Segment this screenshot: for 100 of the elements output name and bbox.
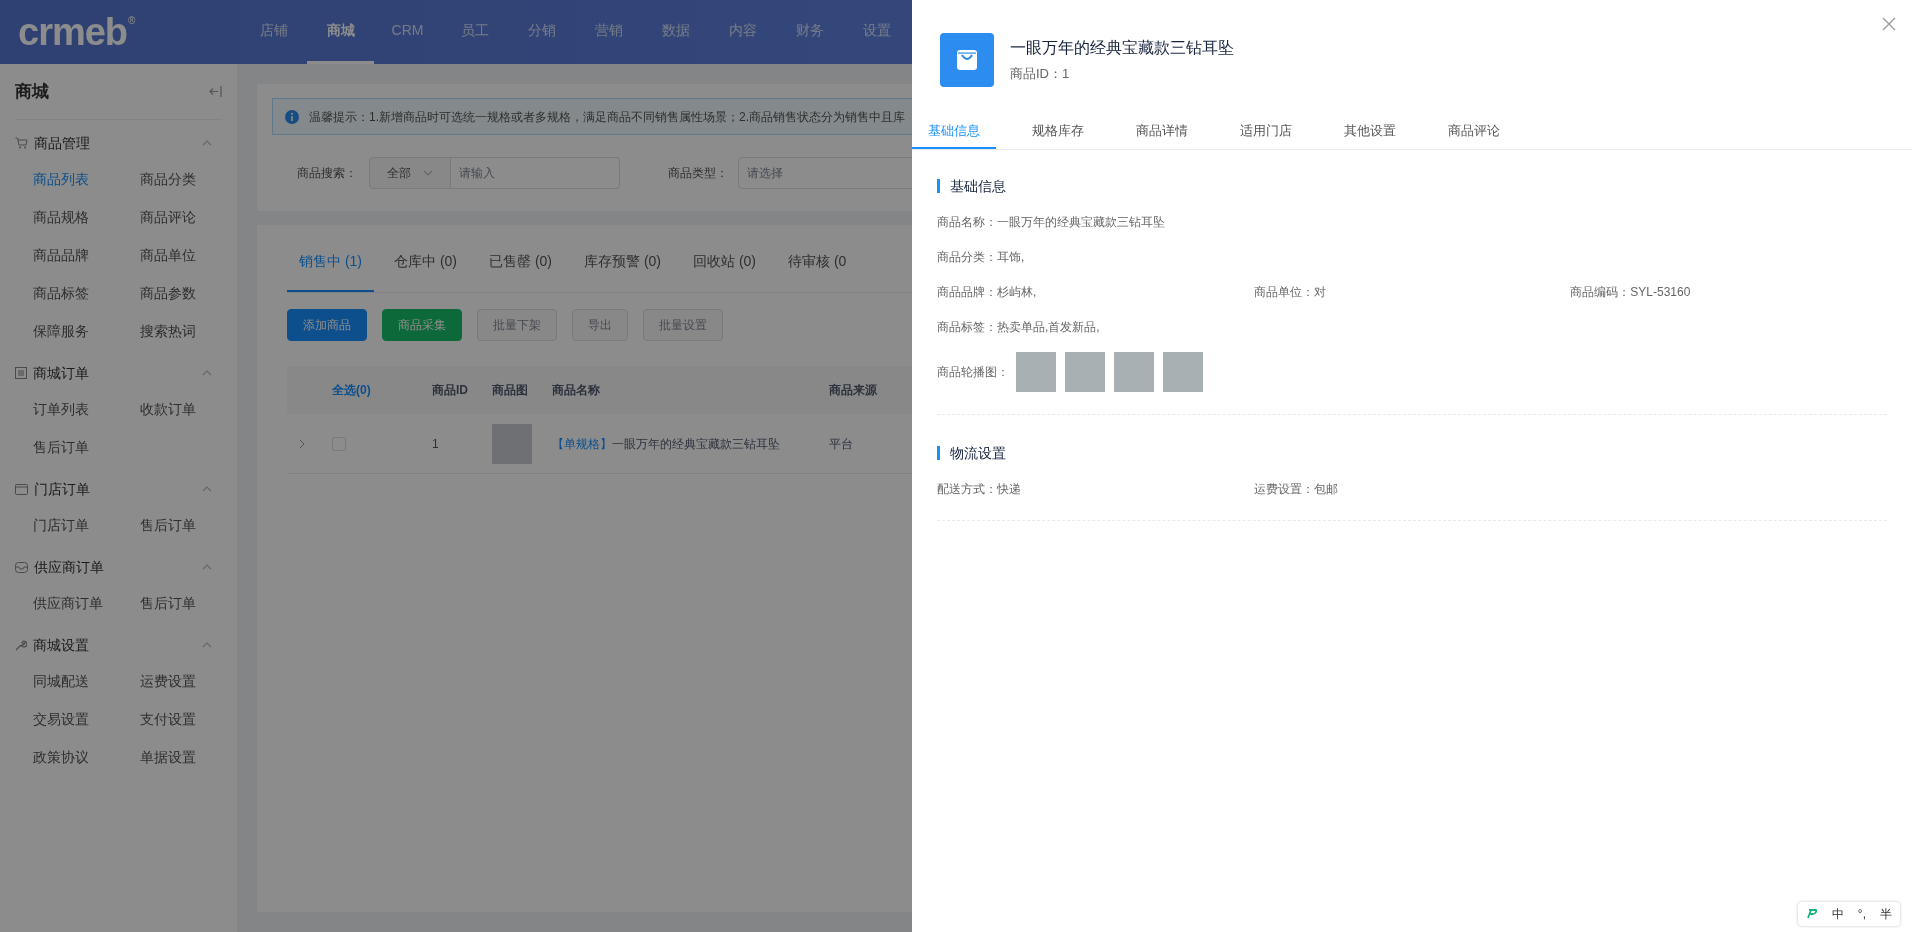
photo-placeholder xyxy=(492,423,532,464)
detail-tab[interactable]: 商品评论 xyxy=(1432,115,1516,149)
input-method-toggle[interactable]: °, xyxy=(1857,905,1866,923)
nav-tab[interactable]: 员工 xyxy=(441,0,508,64)
action-button[interactable]: 导出 xyxy=(572,309,628,341)
detail-field: 商品编码：SYL-53160 xyxy=(1570,282,1887,301)
search-category-select[interactable]: 全部 xyxy=(369,157,451,189)
status-tab[interactable]: 待审核 (0 xyxy=(776,232,859,292)
sidebar-item[interactable]: 供应商订单 xyxy=(33,584,140,622)
detail-tab[interactable]: 基础信息 xyxy=(912,115,996,149)
action-button[interactable]: 批量下架 xyxy=(477,309,557,341)
nav-tab[interactable]: 财务 xyxy=(776,0,843,64)
sidebar-item[interactable]: 交易设置 xyxy=(33,700,140,738)
detail-tab[interactable]: 适用门店 xyxy=(1224,115,1308,149)
sidebar-group-title[interactable]: 供应商订单 xyxy=(34,556,202,578)
sidebar-group-title[interactable]: 门店订单 xyxy=(34,478,202,500)
section-title: 基础信息 xyxy=(950,176,1006,196)
nav-tab[interactable]: CRM xyxy=(374,0,441,64)
photo-placeholder xyxy=(1065,352,1105,392)
sidebar-item[interactable]: 商品单位 xyxy=(140,236,222,274)
list-icon xyxy=(15,367,27,379)
input-method-toggle[interactable]: 半 xyxy=(1880,905,1892,923)
sidebar-item[interactable]: 售后订单 xyxy=(33,428,140,466)
detail-field-label: 商品轮播图： xyxy=(937,364,1009,381)
status-tab[interactable]: 已售罄 (0) xyxy=(477,232,564,292)
cart-icon xyxy=(15,137,28,149)
sidebar-item[interactable]: 同城配送 xyxy=(33,662,140,700)
filter-label: 商品搜索： xyxy=(297,165,358,182)
sidebar-item[interactable]: 商品规格 xyxy=(33,198,140,236)
info-icon xyxy=(285,109,299,124)
status-tab[interactable]: 销售中 (1) xyxy=(287,232,374,292)
column-header: 商品图 xyxy=(492,382,529,399)
sidebar-group-title[interactable]: 商品管理 xyxy=(34,132,202,154)
section-title: 物流设置 xyxy=(950,443,1006,463)
sidebar-item[interactable]: 订单列表 xyxy=(33,390,140,428)
sidebar-group-title[interactable]: 商城设置 xyxy=(33,634,202,656)
chevron-up-icon[interactable] xyxy=(202,642,212,648)
detail-tab[interactable]: 其他设置 xyxy=(1328,115,1412,149)
section-accent-bar xyxy=(937,179,940,193)
collapse-icon[interactable] xyxy=(209,86,222,97)
chevron-up-icon[interactable] xyxy=(202,486,212,492)
sidebar-item[interactable]: 保障服务 xyxy=(33,312,140,350)
column-header: 商品名称 xyxy=(552,382,601,399)
action-button[interactable]: 商品采集 xyxy=(382,309,462,341)
sidebar-item[interactable]: 售后订单 xyxy=(140,584,222,622)
sidebar-item[interactable]: 商品参数 xyxy=(140,274,222,312)
photo-placeholder xyxy=(1163,352,1203,392)
sidebar-item[interactable]: 商品列表 xyxy=(33,160,140,198)
input-method-toggle[interactable]: 中 xyxy=(1831,905,1844,923)
detail-tab[interactable]: 商品详情 xyxy=(1120,115,1204,149)
action-button[interactable]: 添加商品 xyxy=(287,309,367,341)
select-all-dropdown[interactable]: 全选(0) xyxy=(332,381,432,399)
search-field[interactable]: 请输入 xyxy=(451,157,620,189)
column-header: 商品来源 xyxy=(829,382,878,399)
detail-field: 配送方式：快递 xyxy=(937,479,1254,498)
chevron-up-icon[interactable] xyxy=(202,370,212,376)
detail-field: 商品分类：耳饰, xyxy=(937,247,1254,266)
sidebar-item[interactable]: 商品品牌 xyxy=(33,236,140,274)
shopping-bag-icon xyxy=(940,33,994,87)
detail-field: 商品名称：一眼万年的经典宝藏款三钻耳坠 xyxy=(937,212,1254,231)
sidebar-item[interactable]: 收款订单 xyxy=(140,390,222,428)
table-cell-text: 平台 xyxy=(829,435,854,453)
wrench-icon xyxy=(15,639,27,651)
photo-placeholder xyxy=(1114,352,1154,392)
table-cell-text: 1 xyxy=(432,435,440,453)
registered-mark: ® xyxy=(128,14,136,28)
nav-tab[interactable]: 商城 xyxy=(307,0,374,64)
sidebar-item[interactable]: 运费设置 xyxy=(140,662,222,700)
chevron-down-icon[interactable] xyxy=(423,170,433,176)
chevron-up-icon[interactable] xyxy=(202,140,212,146)
status-tab[interactable]: 仓库中 (0) xyxy=(382,232,469,292)
sidebar-group-title[interactable]: 商城订单 xyxy=(33,362,202,384)
sidebar-item[interactable]: 商品分类 xyxy=(140,160,222,198)
nav-tab[interactable]: 设置 xyxy=(843,0,910,64)
detail-field: 运费设置：包邮 xyxy=(1253,479,1571,498)
sidebar-item[interactable]: 商品标签 xyxy=(33,274,140,312)
nav-tab[interactable]: 店铺 xyxy=(240,0,307,64)
type-select[interactable]: 请选择 xyxy=(738,157,912,189)
sidebar-item[interactable]: 支付设置 xyxy=(140,700,222,738)
nav-tab[interactable]: 数据 xyxy=(642,0,709,64)
column-header: 商品ID xyxy=(432,382,469,399)
sidebar-title: 商城 xyxy=(15,80,49,103)
close-icon[interactable] xyxy=(1882,17,1896,31)
filter-label: 商品类型： xyxy=(668,165,729,182)
detail-field: 商品单位：对 xyxy=(1253,282,1571,301)
nav-tab[interactable]: 分销 xyxy=(508,0,575,64)
sidebar-item[interactable]: 搜索热词 xyxy=(140,312,222,350)
chevron-up-icon[interactable] xyxy=(202,564,212,570)
detail-tab[interactable]: 规格库存 xyxy=(1016,115,1100,149)
sidebar-item[interactable]: 售后订单 xyxy=(140,506,222,544)
input-method-logo-icon[interactable] xyxy=(1805,909,1818,919)
sidebar-item[interactable]: 政策协议 xyxy=(33,738,140,776)
sidebar-item[interactable]: 商品评论 xyxy=(140,198,222,236)
inbox-icon xyxy=(15,561,28,573)
sidebar-item[interactable]: 单据设置 xyxy=(140,738,222,776)
sidebar-item[interactable]: 门店订单 xyxy=(33,506,140,544)
logo: crmeb xyxy=(18,13,128,51)
status-tab[interactable]: 回收站 (0) xyxy=(681,232,768,292)
status-tab[interactable]: 库存预警 (0) xyxy=(572,232,673,292)
section-accent-bar xyxy=(937,446,940,460)
